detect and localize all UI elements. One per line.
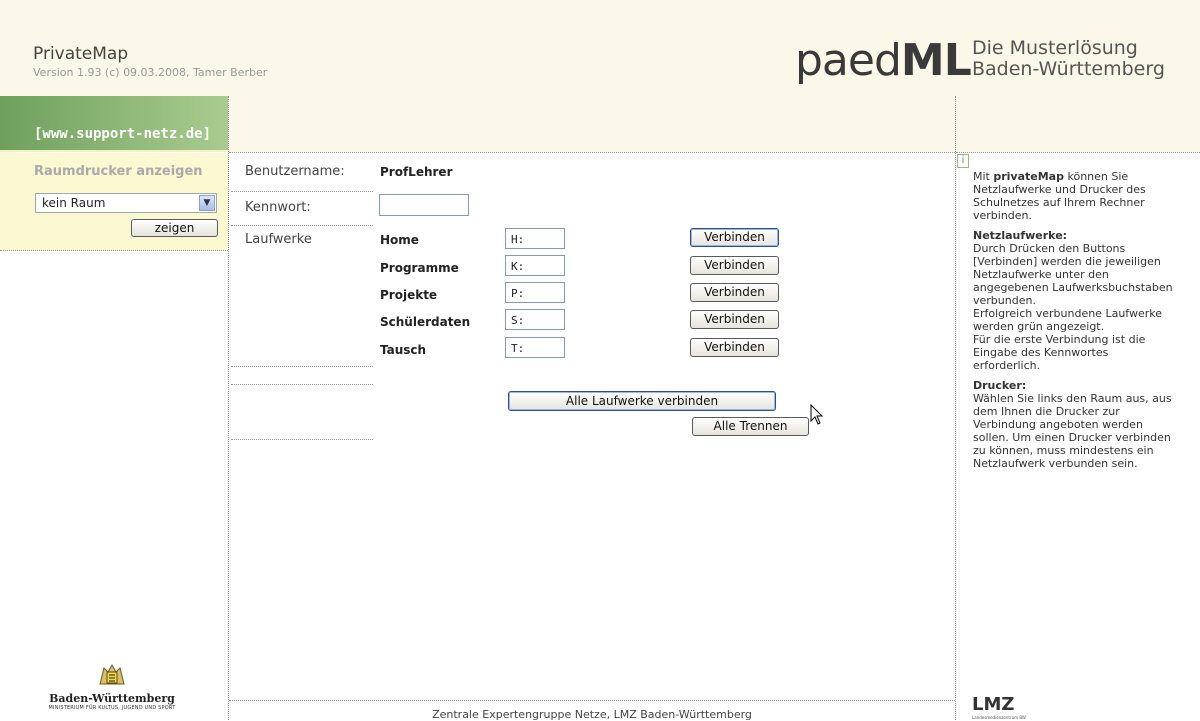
app-title: PrivateMap — [33, 44, 129, 64]
drive-name-schuelerdaten: Schülerdaten — [380, 315, 471, 329]
help-printers-heading: Drucker: — [973, 379, 1173, 392]
drive-name-tausch: Tausch — [380, 343, 427, 357]
help-drives-text3: Für die erste Verbindung ist die Eingabe… — [973, 333, 1146, 372]
drive-letter-programme[interactable]: K: — [505, 255, 565, 276]
lmz-logo: LMZ Landesmedienzentrum BW — [972, 694, 1026, 720]
right-top-band — [956, 96, 1200, 153]
lmz-logo-text: LMZ — [972, 694, 1015, 715]
divider — [231, 366, 373, 367]
username-label: Benutzername: — [245, 164, 345, 179]
drive-letter-home[interactable]: H: — [505, 228, 565, 249]
support-link[interactable]: [www.support-netz.de] — [34, 126, 211, 142]
help-intro: Mit privateMap können Sie Netzlaufwerke … — [973, 170, 1173, 222]
password-field[interactable] — [379, 194, 469, 216]
drive-letter-schuelerdaten[interactable]: S: — [505, 309, 565, 330]
help-printers-text: Wählen Sie links den Raum aus, aus dem I… — [973, 392, 1172, 470]
room-select[interactable]: kein Raum ▼ — [35, 193, 217, 213]
drives-label: Laufwerke — [245, 232, 312, 247]
connect-tausch-button[interactable]: Verbinden — [690, 338, 779, 357]
divider — [231, 225, 373, 226]
help-drives-text: Durch Drücken den Buttons [Verbinden] we… — [973, 242, 1173, 307]
connect-programme-button[interactable]: Verbinden — [690, 256, 779, 275]
mouse-pointer-icon — [810, 404, 824, 425]
tagline-line-1: Die Musterlösung — [972, 37, 1138, 59]
drive-letter-tausch[interactable]: T: — [505, 337, 565, 358]
password-label: Kennwort: — [245, 200, 311, 215]
room-panel-title: Raumdrucker anzeigen — [34, 164, 203, 179]
footer-divider — [229, 700, 955, 701]
support-banner — [0, 96, 228, 152]
help-drives-text2: Erfolgreich verbundene Laufwerke werden … — [973, 307, 1162, 333]
connect-home-button[interactable]: Verbinden — [690, 228, 779, 247]
logo-ml-text: ML — [900, 35, 972, 86]
help-drives-heading: Netzlaufwerke: — [973, 229, 1173, 242]
help-intro-bold: privateMap — [993, 170, 1064, 183]
connect-all-button[interactable]: Alle Laufwerke verbinden — [508, 391, 776, 411]
divider — [231, 191, 373, 192]
footer-text: Zentrale Expertengruppe Netze, LMZ Baden… — [432, 708, 752, 721]
info-icon: i — [957, 154, 969, 168]
drive-name-programme: Programme — [380, 261, 459, 275]
drive-name-projekte: Projekte — [380, 288, 438, 302]
bw-logo-name: Baden-Württemberg — [49, 692, 175, 705]
help-intro-pre: Mit — [973, 170, 994, 183]
main-top-band — [229, 96, 955, 153]
drives-heading: Netzlaufwerke: — [973, 229, 1068, 242]
logo-tagline: Die Musterlösung Baden-Württemberg — [972, 38, 1165, 80]
show-room-button[interactable]: zeigen — [131, 219, 218, 237]
connect-schuelerdaten-button[interactable]: Verbinden — [690, 310, 779, 329]
tagline-line-2: Baden-Württemberg — [972, 58, 1165, 80]
coat-of-arms-icon — [99, 663, 125, 685]
lmz-logo-subtitle: Landesmedienzentrum BW — [972, 715, 1026, 720]
paedml-logo: paedML — [795, 35, 972, 86]
drive-letter-projekte[interactable]: P: — [505, 282, 565, 303]
disconnect-all-button[interactable]: Alle Trennen — [692, 417, 809, 436]
connect-projekte-button[interactable]: Verbinden — [690, 283, 779, 302]
logo-paed-text: paed — [795, 35, 902, 86]
app-version: Version 1.93 (c) 09.03.2008, Tamer Berbe… — [33, 66, 268, 79]
divider — [231, 384, 373, 385]
help-text: Mit privateMap können Sie Netzlaufwerke … — [973, 170, 1173, 470]
bw-logo-subtitle: MINISTERIUM FÜR KULTUS, JUGEND UND SPORT — [48, 705, 176, 711]
username-value: ProfLehrer — [380, 165, 453, 179]
bw-ministry-logo: Baden-Württemberg MINISTERIUM FÜR KULTUS… — [42, 662, 182, 711]
chevron-down-icon[interactable]: ▼ — [199, 195, 215, 211]
divider — [231, 439, 373, 440]
drive-name-home: Home — [380, 233, 419, 247]
room-select-value: kein Raum — [42, 196, 106, 210]
printers-heading: Drucker: — [973, 379, 1027, 392]
